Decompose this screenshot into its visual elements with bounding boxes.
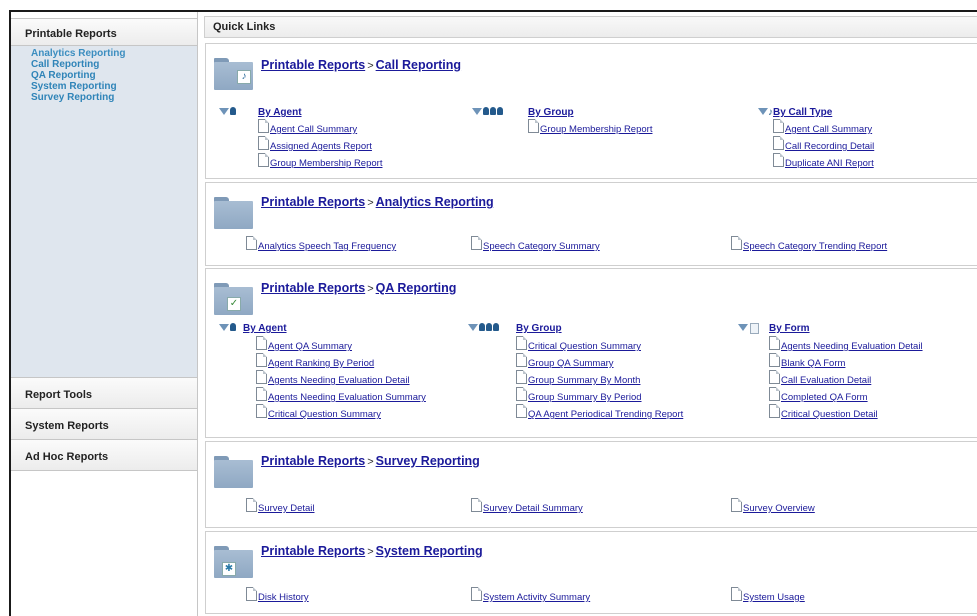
breadcrumb-printable-reports[interactable]: Printable Reports (261, 58, 365, 72)
filter-group-icon (472, 107, 503, 118)
accordion-ad-hoc-reports[interactable]: Ad Hoc Reports (11, 440, 197, 471)
quick-links-panel: Quick Links ♪ Printable Reports > Call Rep… (204, 12, 977, 616)
document-icon (769, 404, 780, 418)
section-title: Printable Reports > System Reporting (261, 544, 483, 558)
filter-agent-icon (219, 107, 236, 118)
document-icon (256, 353, 267, 367)
breadcrumb-system-reporting[interactable]: System Reporting (376, 544, 483, 558)
breadcrumb-survey-reporting[interactable]: Survey Reporting (376, 454, 480, 468)
section-system-reporting: ✱ Printable Reports > System Reporting Dis… (205, 531, 977, 614)
breadcrumb-analytics-reporting[interactable]: Analytics Reporting (376, 195, 494, 209)
nav-call-reporting[interactable]: Call Reporting (31, 59, 197, 70)
section-analytics-reporting: Printable Reports > Analytics Reporting An… (205, 182, 977, 266)
document-icon (773, 119, 784, 133)
nav-qa-reporting[interactable]: QA Reporting (31, 70, 197, 81)
filter-group-icon (468, 323, 499, 334)
folder-checkbox-icon: ✓ (214, 283, 253, 315)
document-icon (246, 587, 257, 601)
folder-icon (214, 197, 253, 229)
col-by-form[interactable]: By Form (769, 323, 810, 334)
document-icon (516, 353, 527, 367)
document-icon (256, 370, 267, 384)
document-icon (516, 387, 527, 401)
document-icon (731, 236, 742, 250)
folder-icon (214, 456, 253, 488)
left-sidebar: Printable Reports Analytics Reporting Ca… (11, 12, 198, 616)
document-icon (769, 336, 780, 350)
document-icon (516, 404, 527, 418)
breadcrumb-printable-reports[interactable]: Printable Reports (261, 544, 365, 558)
report-window: Printable Reports Analytics Reporting Ca… (9, 10, 977, 616)
document-icon (773, 136, 784, 150)
document-icon (769, 353, 780, 367)
document-icon (471, 498, 482, 512)
col-by-group[interactable]: By Group (516, 323, 562, 334)
printable-reports-links: Analytics Reporting Call Reporting QA Re… (11, 46, 197, 378)
section-qa-reporting: ✓ Printable Reports > QA Reporting By Agen… (205, 268, 977, 438)
section-title: Printable Reports > Call Reporting (261, 58, 462, 72)
col-by-agent[interactable]: By Agent (258, 107, 302, 118)
breadcrumb-printable-reports[interactable]: Printable Reports (261, 281, 365, 295)
folder-phone-icon: ♪ (214, 58, 253, 90)
document-icon (258, 136, 269, 150)
accordion-report-tools[interactable]: Report Tools (11, 378, 197, 409)
document-icon (769, 370, 780, 384)
folder-gear-icon: ✱ (214, 546, 253, 578)
section-title: Printable Reports > QA Reporting (261, 281, 457, 295)
document-icon (516, 336, 527, 350)
filter-call-type-icon: ♪ (758, 107, 773, 118)
nav-analytics-reporting[interactable]: Analytics Reporting (31, 48, 197, 59)
document-icon (471, 236, 482, 250)
nav-survey-reporting[interactable]: Survey Reporting (31, 92, 197, 103)
breadcrumb-qa-reporting[interactable]: QA Reporting (376, 281, 457, 295)
breadcrumb-call-reporting[interactable]: Call Reporting (376, 58, 461, 72)
breadcrumb-printable-reports[interactable]: Printable Reports (261, 454, 365, 468)
document-icon (246, 498, 257, 512)
col-by-group[interactable]: By Group (528, 107, 574, 118)
document-icon (773, 153, 784, 167)
document-icon (258, 153, 269, 167)
section-title: Printable Reports > Analytics Reporting (261, 195, 494, 209)
document-icon (731, 587, 742, 601)
filter-agent-icon (219, 323, 236, 334)
col-by-call-type[interactable]: By Call Type (773, 107, 832, 118)
document-icon (246, 236, 257, 250)
document-icon (256, 336, 267, 350)
filter-form-icon (738, 323, 759, 334)
document-icon (528, 119, 539, 133)
document-icon (516, 370, 527, 384)
document-icon (769, 387, 780, 401)
section-title: Printable Reports > Survey Reporting (261, 454, 480, 468)
document-icon (258, 119, 269, 133)
document-icon (471, 587, 482, 601)
breadcrumb-printable-reports[interactable]: Printable Reports (261, 195, 365, 209)
nav-system-reporting[interactable]: System Reporting (31, 81, 197, 92)
accordion-printable-reports[interactable]: Printable Reports (11, 18, 197, 46)
document-icon (256, 404, 267, 418)
section-survey-reporting: Printable Reports > Survey Reporting Surve… (205, 441, 977, 528)
document-icon (731, 498, 742, 512)
document-icon (256, 387, 267, 401)
section-call-reporting: ♪ Printable Reports > Call Reporting By Ag… (205, 43, 977, 179)
accordion-system-reports[interactable]: System Reports (11, 409, 197, 440)
quick-links-header: Quick Links (204, 16, 977, 38)
col-by-agent[interactable]: By Agent (243, 323, 287, 334)
